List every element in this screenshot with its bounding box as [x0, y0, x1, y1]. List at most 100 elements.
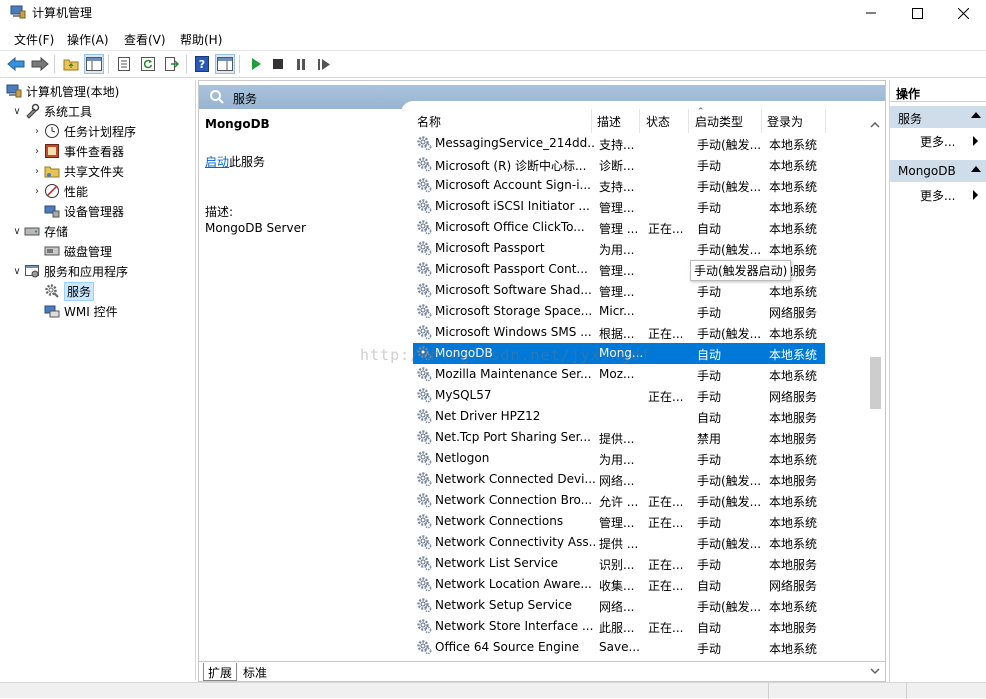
collapsed-chevron-icon[interactable]: ›	[30, 126, 44, 137]
scrollbar-thumb[interactable]	[870, 357, 881, 409]
service-row[interactable]: Office 64 Source Engine Save... 手动 本地系统	[413, 637, 825, 658]
tree-node-storage[interactable]: ∨ 存储	[10, 221, 68, 241]
tree-node-device-manager[interactable]: 设备管理器	[44, 201, 124, 221]
service-row[interactable]: Microsoft (R) 诊断中心标... 诊断... 手动 本地系统	[413, 154, 825, 175]
close-button[interactable]	[940, 0, 986, 26]
service-row[interactable]: MySQL57 正在... 手动 网络服务	[413, 385, 825, 406]
service-row[interactable]: Network Store Interface ... 此服... 正在... 自动 本…	[413, 616, 825, 637]
performance-icon	[45, 184, 59, 198]
menu-action[interactable]: 操作(A)	[67, 31, 109, 48]
service-row[interactable]: Microsoft Account Sign-i... 支持... 手动(触发...…	[413, 175, 825, 196]
tree-node-computer-management[interactable]: 计算机管理(本地)	[6, 81, 119, 101]
actions-more-mongodb[interactable]: 更多...	[920, 187, 955, 204]
service-gear-icon	[417, 619, 432, 634]
collapsed-chevron-icon[interactable]: ›	[30, 186, 44, 197]
expanded-chevron-icon[interactable]: ∨	[10, 106, 24, 117]
actions-more-services[interactable]: 更多...	[920, 133, 955, 150]
cell-log-on-as: 本地系统	[769, 243, 818, 257]
actions-section-mongodb[interactable]: MongoDB	[890, 160, 986, 182]
column-divider[interactable]	[688, 109, 689, 133]
cell-startup-type: 手动(触发...	[697, 138, 762, 152]
start-service-link[interactable]: 启动	[205, 155, 229, 169]
tree-node-system-tools[interactable]: ∨ 系统工具	[10, 101, 92, 121]
tree-node-services-and-applications[interactable]: ∨ 服务和应用程序	[10, 261, 128, 281]
forward-button[interactable]	[30, 54, 50, 74]
collapsed-chevron-icon[interactable]: ›	[30, 146, 44, 157]
vertical-scrollbar[interactable]	[867, 121, 883, 679]
service-row[interactable]: Network Setup Service 网络... 手动(触发... 本地系统	[413, 595, 825, 616]
show-hide-action-pane-button[interactable]	[215, 54, 235, 74]
menu-view[interactable]: 查看(V)	[124, 31, 166, 48]
service-row[interactable]: Net.Tcp Port Sharing Ser... 提供... 禁用 本地服务	[413, 427, 825, 448]
properties-button[interactable]	[114, 54, 134, 74]
menu-help[interactable]: 帮助(H)	[180, 31, 222, 48]
column-divider[interactable]	[639, 109, 640, 133]
service-row[interactable]: Microsoft Passport 为用... 手动(触发... 本地系统	[413, 238, 825, 259]
collapsed-chevron-icon[interactable]: ›	[30, 166, 44, 177]
service-gear-icon	[417, 367, 432, 382]
tree-node-shared-folders[interactable]: › 共享文件夹	[30, 161, 124, 181]
help-button[interactable]: ?	[192, 54, 212, 74]
submenu-arrow-icon[interactable]	[973, 190, 978, 200]
play-icon	[252, 58, 261, 70]
menu-file[interactable]: 文件(F)	[14, 31, 54, 48]
expanded-chevron-icon[interactable]: ∨	[10, 226, 24, 237]
column-header-name[interactable]: 名称	[417, 101, 441, 129]
scroll-up-icon[interactable]	[870, 121, 880, 129]
service-row[interactable]: Mozilla Maintenance Ser... Moz... 手动 本地系统	[413, 364, 825, 385]
collapse-up-icon[interactable]	[971, 166, 981, 172]
service-row[interactable]: Network Connected Devi... 网络... 手动(触发... 本地…	[413, 469, 825, 490]
column-header-description[interactable]: 描述	[597, 101, 621, 129]
tree-node-task-scheduler[interactable]: › 任务计划程序	[30, 121, 136, 141]
actions-section-services[interactable]: 服务	[890, 106, 986, 128]
maximize-button[interactable]	[894, 0, 940, 26]
expanded-chevron-icon[interactable]: ∨	[10, 266, 24, 277]
service-row[interactable]: Microsoft Windows SMS ... 根据... 正在... 手动(触发…	[413, 322, 825, 343]
tree-node-services[interactable]: 服务	[44, 281, 95, 301]
back-arrow-icon	[7, 57, 25, 71]
pause-icon	[297, 58, 305, 70]
service-row[interactable]: Microsoft Storage Space... Micr... 手动 网络服务	[413, 301, 825, 322]
column-divider[interactable]	[591, 109, 592, 133]
stop-service-button[interactable]	[268, 54, 288, 74]
column-divider[interactable]	[761, 109, 762, 133]
service-row[interactable]: Netlogon 为用... 手动 本地系统	[413, 448, 825, 469]
tree-node-event-viewer[interactable]: › 事件查看器	[30, 141, 124, 161]
tree-node-performance[interactable]: › 性能	[30, 181, 88, 201]
minimize-button[interactable]	[848, 0, 894, 26]
service-row[interactable]: Net Driver HPZ12 自动 本地服务	[413, 406, 825, 427]
service-row[interactable]: MessagingService_214dd... 支持... 手动(触发... 本地…	[413, 133, 825, 154]
service-row[interactable]: Network Connectivity Ass... 提供 ... 手动(触发..…	[413, 532, 825, 553]
pause-service-button[interactable]	[291, 54, 311, 74]
tab-extended[interactable]: 扩展	[203, 663, 238, 681]
service-row[interactable]: Network Location Aware... 收集... 正在... 自动 网络服…	[413, 574, 825, 595]
service-row[interactable]: Network List Service 识别... 正在... 手动 本地服务	[413, 553, 825, 574]
show-hide-console-tree-button[interactable]	[84, 54, 104, 74]
service-row[interactable]: Network Connection Bro... 允许 ... 正在... 手动(触…	[413, 490, 825, 511]
status-bar	[0, 682, 986, 699]
service-row[interactable]: Microsoft Software Shad... 管理... 手动 本地系统	[413, 280, 825, 301]
service-row[interactable]: Microsoft Office ClickTo... 管理 ... 正在... 自动…	[413, 217, 825, 238]
cell-status: 正在...	[648, 579, 684, 593]
tree-node-disk-management[interactable]: 磁盘管理	[44, 241, 112, 261]
column-header-startup-type[interactable]: 启动类型	[695, 101, 743, 129]
service-row[interactable]: MongoDB Mong... 自动 本地系统	[413, 343, 825, 364]
service-row[interactable]: Microsoft iSCSI Initiator ... 管理... 手动 本地系统	[413, 196, 825, 217]
collapse-up-icon[interactable]	[971, 112, 981, 118]
service-row[interactable]: Network Connections 管理... 正在... 手动 本地系统	[413, 511, 825, 532]
up-level-button[interactable]	[61, 54, 81, 74]
cell-name: Microsoft Account Sign-i...	[435, 178, 591, 192]
column-header-log-on-as[interactable]: 登录为	[767, 101, 803, 129]
refresh-button[interactable]	[138, 54, 158, 74]
submenu-arrow-icon[interactable]	[973, 136, 978, 146]
export-list-button[interactable]	[162, 54, 182, 74]
column-divider[interactable]	[825, 109, 826, 133]
back-button[interactable]	[6, 54, 26, 74]
restart-service-button[interactable]	[314, 54, 334, 74]
tab-standard[interactable]: 标准	[239, 663, 271, 681]
tree-node-wmi-control[interactable]: WMI 控件	[44, 301, 118, 321]
start-service-button[interactable]	[246, 54, 266, 74]
cell-startup-type: 手动(触发...	[697, 243, 762, 257]
column-header-status[interactable]: 状态	[646, 101, 670, 129]
cell-name: Microsoft Office ClickTo...	[435, 220, 585, 234]
